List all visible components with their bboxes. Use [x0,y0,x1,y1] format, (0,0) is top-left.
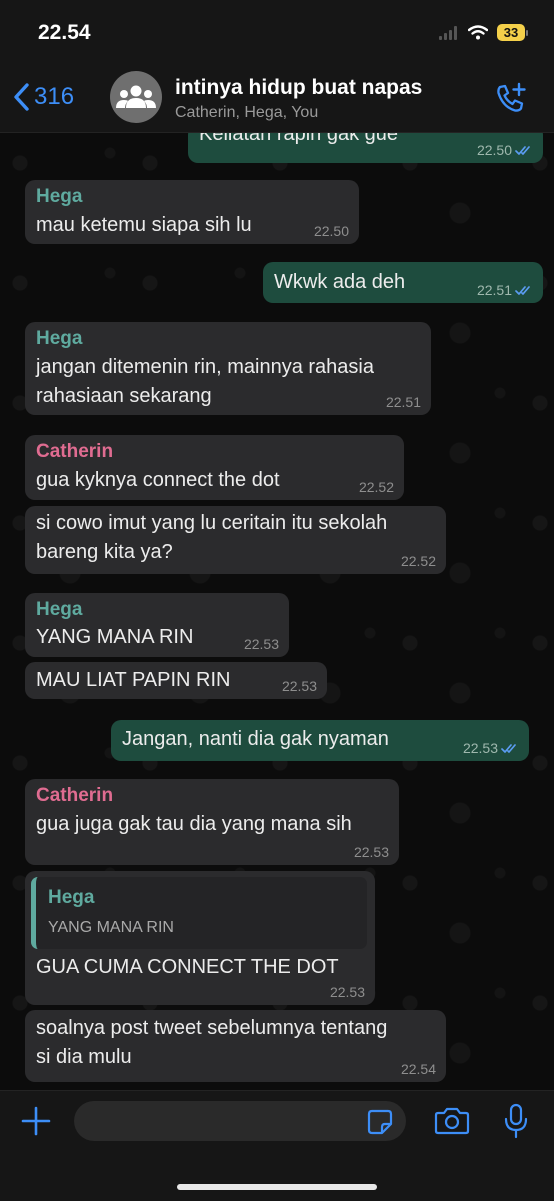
message-time-label: 22.51 [385,394,421,410]
double-check-icon [515,145,530,155]
message-time-label: 22.50 [313,223,349,239]
message-bubble[interactable]: Catherin gua juga gak tau dia yang mana … [25,779,399,865]
message-time-label: 22.53 [243,636,279,652]
message-time: 22.51 [386,394,421,410]
plus-icon[interactable] [20,1105,52,1137]
group-avatar[interactable] [110,71,162,123]
unread-count: 316 [34,83,75,110]
message-text: si dia mulu [36,1046,132,1068]
message-time: 22.53 [354,844,389,860]
message-bubble[interactable]: Hega YANG MANA RIN GUA CUMA CONNECT THE … [25,871,375,1005]
status-icons: 33 [439,24,528,41]
message-time: 22.53 [244,636,279,652]
message-sender: Hega [36,186,83,207]
status-time: 22.54 [38,21,91,44]
status-bar: 22.54 33 [0,0,554,66]
message-text: rahasiaan sekarang [36,385,212,407]
back-button[interactable]: 316 [12,82,74,112]
message-text: GUA CUMA CONNECT THE DOT [36,956,339,978]
message-time-label: 22.53 [281,678,317,694]
mic-icon[interactable] [503,1103,529,1139]
message-bubble[interactable]: si cowo imut yang lu ceritain itu sekola… [25,506,446,574]
message-time-label: 22.53 [329,984,365,1000]
message-text: gua juga gak tau dia yang mana sih [36,813,352,835]
quoted-message[interactable]: Hega YANG MANA RIN [31,877,367,949]
message-text: MAU LIAT PAPIN RIN [36,669,231,691]
message-time: 22.54 [401,1061,436,1077]
message-bubble[interactable]: Wkwk ada deh 22.51 [263,262,543,303]
message-bubble[interactable]: Jangan, nanti dia gak nyaman 22.53 [111,720,529,761]
message-time: 22.50 [314,223,349,239]
message-time-label: 22.54 [400,1061,436,1077]
message-text: bareng kita ya? [36,541,173,563]
camera-icon[interactable] [434,1106,470,1136]
chat-members[interactable]: Catherin, Hega, You [175,104,318,122]
message-time: 22.53 [330,984,365,1000]
back-chevron-icon [14,83,29,111]
add-call-icon[interactable] [494,82,528,116]
message-text: Jangan, nanti dia gak nyaman [122,728,389,750]
message-text: soalnya post tweet sebelumnya tentang [36,1017,388,1039]
message-sender: Catherin [36,441,114,462]
message-bubble[interactable]: Hega jangan ditemenin rin, mainnya rahas… [25,322,431,415]
sticker-icon[interactable] [366,1108,394,1136]
chat-header: 316 intinya hidup buat napas Catherin, H… [0,66,554,133]
message-time-label: 22.52 [358,479,394,495]
message-text: YANG MANA RIN [36,626,194,648]
message-bubble[interactable]: MAU LIAT PAPIN RIN 22.53 [25,662,327,699]
message-sender: Hega [36,328,83,349]
message-time-label: 22.51 [476,282,512,298]
message-bubble[interactable]: Hega YANG MANA RIN 22.53 [25,593,289,657]
message-bubble[interactable]: soalnya post tweet sebelumnya tentang si… [25,1010,446,1082]
message-time-label: 22.53 [462,740,498,756]
message-sender: Hega [36,599,83,620]
quoted-text: YANG MANA RIN [48,919,174,936]
group-avatar-icon [116,85,156,108]
signal-icon [439,25,457,40]
message-time-label: 22.53 [353,844,389,860]
message-bubble[interactable]: Catherin gua kyknya connect the dot 22.5… [25,435,404,500]
message-sender: Catherin [36,785,114,806]
message-text: Wkwk ada deh [274,271,406,293]
quoted-sender: Hega [48,887,95,908]
message-text: Keliatan rapih gak gue [199,133,399,145]
message-time: 22.53 [463,740,519,756]
message-time-label: 22.50 [476,142,512,158]
message-time: 22.52 [401,553,436,569]
battery-level: 33 [497,24,525,41]
message-text: jangan ditemenin rin, mainnya rahasia [36,356,374,378]
double-check-icon [501,743,516,753]
message-bubble[interactable]: Keliatan rapih gak gue 22.50 [188,133,543,163]
message-input[interactable] [74,1101,406,1141]
double-check-icon [515,285,530,295]
battery-icon: 33 [497,24,528,41]
message-time: 22.52 [359,479,394,495]
message-list[interactable]: Keliatan rapih gak gue 22.50 Hega mau ke… [0,133,554,1090]
message-text: si cowo imut yang lu ceritain itu sekola… [36,512,388,534]
message-time-label: 22.52 [400,553,436,569]
chat-title[interactable]: intinya hidup buat napas [175,76,422,100]
message-time: 22.50 [477,142,533,158]
wifi-icon [468,25,488,40]
message-time: 22.51 [477,282,533,298]
message-bubble[interactable]: Hega mau ketemu siapa sih lu 22.50 [25,180,359,244]
home-indicator [177,1184,377,1190]
message-time: 22.53 [282,678,317,694]
message-text: mau ketemu siapa sih lu [36,214,252,236]
message-text: gua kyknya connect the dot [36,469,280,491]
composer-bar [0,1090,554,1201]
